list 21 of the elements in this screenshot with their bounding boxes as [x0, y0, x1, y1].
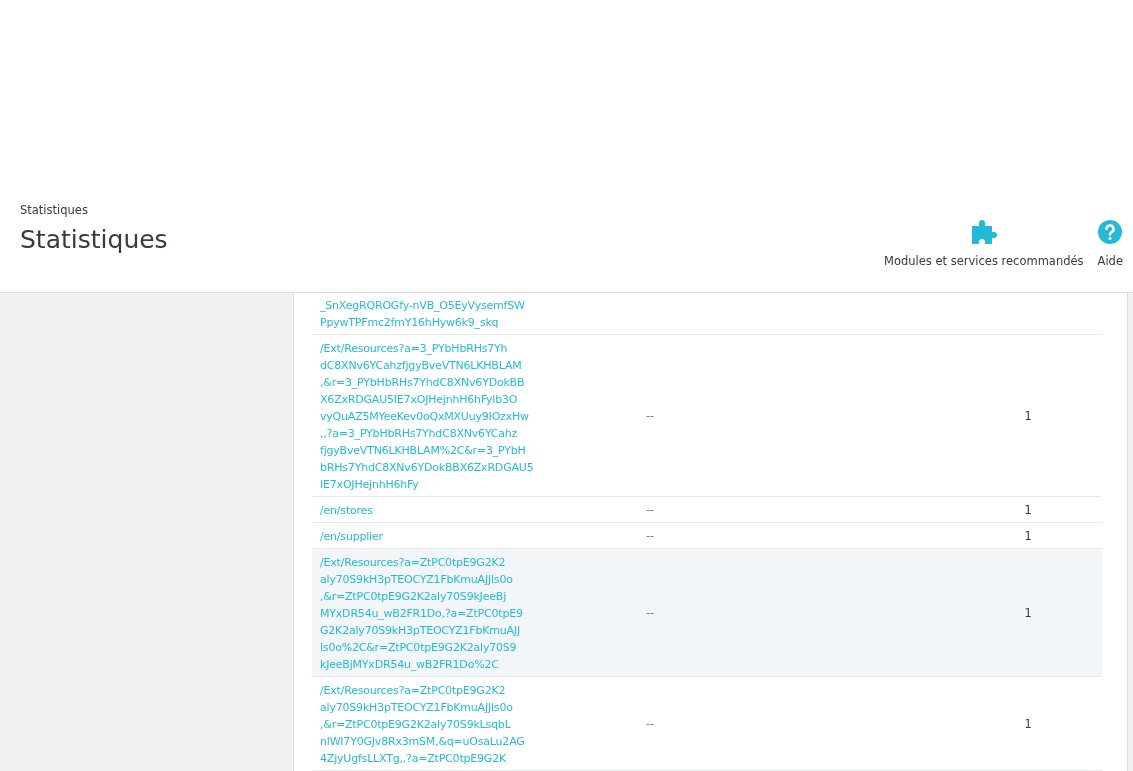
table-cell: 1 [1024, 503, 1032, 517]
modules-link[interactable]: Modules et services recommandés [884, 218, 1084, 268]
page-link[interactable]: /en/stores [320, 502, 373, 519]
breadcrumb[interactable]: Statistiques [20, 203, 168, 217]
table-cell: -- [646, 717, 655, 731]
page-link[interactable]: _SnXegRQROGfy-nVB_O5EyVysemfSW PpywTPFmc2fmY16hHyw6k9_skq [320, 297, 525, 331]
table-cell: 1 [1024, 606, 1032, 620]
table-cell: -- [646, 529, 655, 543]
table-cell: -- [646, 606, 655, 620]
table-cell: 1 [1024, 529, 1032, 543]
page-link[interactable]: /Ext/Resources?a=3_PYbHbRHs7Yh dC8XNv6YCahzfjgyBveVTN6LKHBLAM ,&r=3_PYbHbRHs7YhdC8XNv6YDokBB X6ZxRDGAU5IE7xOJHejnhH6hFylb3O vyQuAZ5MYeeKev0oQxMXUuy9IOzxHw ,,?a=3_PYbHbRHs7YhdC8XNv6YCahz fjgyBveVTN6LKHBLAM%2C&r=3_PYbH bRHs7YhdC8XNv6YDokBBX6ZxRDGAU5 IE7xOJHejnhH6hFy [320, 340, 534, 493]
page-link[interactable]: /en/supplier [320, 528, 383, 545]
table-cell: 1 [1024, 717, 1032, 731]
help-link[interactable]: Aide [1097, 220, 1123, 268]
puzzle-icon [969, 218, 998, 244]
table-cell: -- [646, 503, 655, 517]
table-cell: -- [646, 409, 655, 423]
table-cell: 1 [1024, 409, 1032, 423]
help-icon [1098, 220, 1123, 244]
page-link[interactable]: /Ext/Resources?a=ZtPC0tpE9G2K2 aly70S9kH3pTEOCYZ1FbKmuAJJls0o ,&r=ZtPC0tpE9G2K2aly70S9kLsqbL nlWI7Y0GJv8Rx3mSM,&q=uOsaLu2AG 4ZjyUgfsLLXTg,,?a=ZtPC0tpE9G2K [320, 682, 525, 767]
page-title: Statistiques [20, 225, 168, 254]
